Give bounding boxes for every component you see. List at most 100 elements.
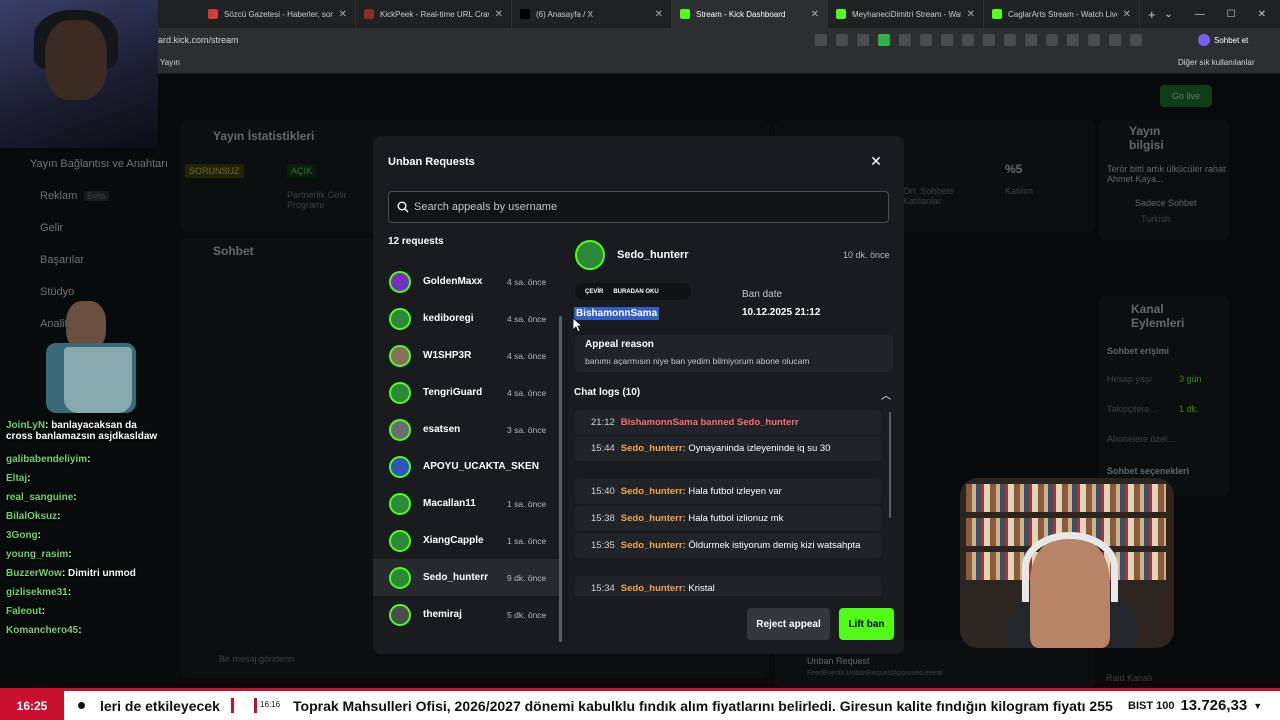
avatar: [389, 492, 411, 515]
chat-username: Komanchero45: [6, 625, 79, 636]
chat-logs-scrollbar[interactable]: [889, 412, 891, 518]
reject-appeal-button[interactable]: Reject appeal: [747, 608, 830, 640]
request-time: 4 sa. önce: [507, 276, 547, 287]
close-icon[interactable]: ✕: [1258, 9, 1266, 20]
chat-separator: :: [27, 473, 31, 484]
avatar: [389, 418, 411, 441]
bookmark-item[interactable]: Yayın: [160, 58, 180, 67]
url-field[interactable]: ard.kick.com/stream: [158, 35, 239, 45]
browser-tab[interactable]: CaglarArts Stream - Watch Live c ✕: [984, 0, 1140, 28]
request-time: 4 sa. önce: [507, 387, 547, 398]
request-list-item[interactable]: APOYU_UCAKTA_SKEN: [373, 448, 559, 485]
request-list-item[interactable]: kediboregi 4 sa. önce: [373, 300, 559, 337]
request-list-item[interactable]: esatsen 3 sa. önce: [373, 411, 559, 448]
copilot-button[interactable]: Sohbet et: [1198, 34, 1248, 46]
close-tab-icon[interactable]: ✕: [961, 9, 975, 20]
overlay-chat-message: young_rasim:: [6, 549, 72, 560]
chat-log-entry: 15:34 Sedo_hunterr: Kristal: [575, 576, 881, 596]
star-icon[interactable]: [836, 34, 848, 46]
chat-logs-header[interactable]: Chat logs (10): [574, 387, 640, 398]
request-list-item[interactable]: Sedo_hunterr 9 dk. önce: [373, 559, 559, 596]
avatar: [389, 455, 411, 478]
log-time: 21:12: [591, 417, 615, 428]
browser-tab-bar: Sözcü Gazetesi - Haberler, son da✕KickPe…: [0, 0, 1280, 28]
request-list-scrollbar[interactable]: [559, 316, 562, 642]
request-list-item[interactable]: themiraj 5 dk. önce: [373, 596, 559, 633]
browser-tab[interactable]: KickPeek - Real-time URL Crawler✕: [356, 0, 512, 28]
extension-icon[interactable]: [878, 34, 890, 46]
log-message: Hala futbol izlionuz mk: [688, 513, 784, 524]
overlay-chat-message: JoinLyN: banlayacaksan da cross banlamaz…: [6, 420, 166, 442]
log-user: Sedo_hunterr:: [620, 443, 686, 454]
browser-tab[interactable]: MeyhaneciDimitri Stream - Watc ✕: [828, 0, 984, 28]
close-icon[interactable]: ✕: [869, 154, 883, 168]
browser-tab[interactable]: Sözcü Gazetesi - Haberler, son da✕: [200, 0, 356, 28]
lift-ban-button[interactable]: Lift ban: [839, 608, 894, 640]
maximize-icon[interactable]: ☐: [1227, 9, 1236, 20]
request-username: esatsen: [423, 424, 461, 435]
overlay-chat-message: Faleout:: [6, 606, 45, 617]
extension-icon[interactable]: [983, 34, 995, 46]
log-time: 15:38: [591, 513, 615, 524]
request-list-item[interactable]: W1SHP3R 4 sa. önce: [373, 337, 559, 374]
translate-pill[interactable]: ÇEVİR BURADAN OKU: [575, 283, 691, 300]
appeal-reason-label: Appeal reason: [585, 339, 654, 350]
translate-label[interactable]: ÇEVİR: [585, 289, 603, 295]
other-bookmarks[interactable]: Diğer sık kullanılanlar: [1178, 58, 1254, 67]
ticker-dot: [78, 702, 85, 709]
request-username: kediboregi: [423, 313, 474, 324]
close-tab-icon[interactable]: ✕: [805, 9, 819, 20]
browser-tab[interactable]: Stream - Kick Dashboard ✕: [672, 0, 828, 28]
split-icon[interactable]: [1004, 34, 1016, 46]
chat-username: BilalOksuz: [6, 511, 58, 522]
log-user: Sedo_hunterr:: [620, 583, 686, 594]
downloads-icon[interactable]: [1088, 34, 1100, 46]
chevron-down-icon[interactable]: ⌄: [1164, 9, 1172, 20]
avatar[interactable]: [1109, 34, 1121, 46]
reader-icon[interactable]: [815, 34, 827, 46]
close-tab-icon[interactable]: ✕: [333, 9, 347, 20]
read-here-label[interactable]: BURADAN OKU: [613, 289, 658, 295]
favorites-icon[interactable]: [1025, 34, 1037, 46]
ticker-headline: leri de etkileyecek: [100, 698, 220, 714]
close-tab-icon[interactable]: ✕: [489, 9, 503, 20]
browser-tab[interactable]: (6) Anasayfa / X ✕: [512, 0, 672, 28]
stock-index-value: 13.726,33: [1180, 697, 1248, 714]
overlay-chat-message: BilalOksuz:: [6, 511, 60, 522]
request-list-item[interactable]: TengriGuard 4 sa. önce: [373, 374, 559, 411]
tab-title: KickPeek - Real-time URL Crawler: [380, 9, 489, 19]
chat-log-entry: 15:40 Sedo_hunterr: Hala futbol izleyen v…: [575, 479, 881, 504]
extension-icon[interactable]: [920, 34, 932, 46]
search-field[interactable]: [388, 191, 889, 223]
request-username: TengriGuard: [423, 387, 483, 398]
modal-title: Unban Requests: [388, 156, 475, 168]
request-username: GoldenMaxx: [423, 276, 483, 287]
heart-icon[interactable]: [1067, 34, 1079, 46]
close-tab-icon[interactable]: ✕: [649, 9, 663, 20]
collections-icon[interactable]: [1046, 34, 1058, 46]
more-icon[interactable]: [1130, 34, 1142, 46]
address-bar: ard.kick.com/stream Sohbet et: [0, 28, 1280, 52]
request-time: 5 dk. önce: [507, 609, 547, 620]
request-list-item[interactable]: Macallan11 1 sa. önce: [373, 485, 559, 522]
tab-title: Sözcü Gazetesi - Haberler, son da: [224, 9, 333, 19]
tab-title: MeyhaneciDimitri Stream - Watc: [852, 9, 961, 19]
chevron-up-icon[interactable]: ︿: [881, 387, 891, 402]
extension-icon[interactable]: [941, 34, 953, 46]
search-input[interactable]: [414, 201, 874, 213]
new-tab-button[interactable]: +: [1140, 0, 1164, 28]
ticker-separator: [254, 698, 257, 713]
extension-icon[interactable]: [857, 34, 869, 46]
request-list-item[interactable]: GoldenMaxx 4 sa. önce: [373, 263, 559, 300]
tab-title: Stream - Kick Dashboard: [696, 9, 786, 19]
minimize-icon[interactable]: —: [1195, 9, 1205, 20]
bookshelf: [966, 484, 1166, 512]
request-list-item[interactable]: XiangCapple 1 sa. önce: [373, 522, 559, 559]
log-user: Sedo_hunterr:: [620, 513, 686, 524]
overlay-chat-message: gizlisekme31:: [6, 587, 71, 598]
chat-username: real_sanguine: [6, 492, 74, 503]
close-tab-icon[interactable]: ✕: [1117, 9, 1131, 20]
stock-index: BIST 100 13.726,33 ▼: [1116, 691, 1280, 720]
extension-icon[interactable]: [962, 34, 974, 46]
extension-icon[interactable]: [899, 34, 911, 46]
